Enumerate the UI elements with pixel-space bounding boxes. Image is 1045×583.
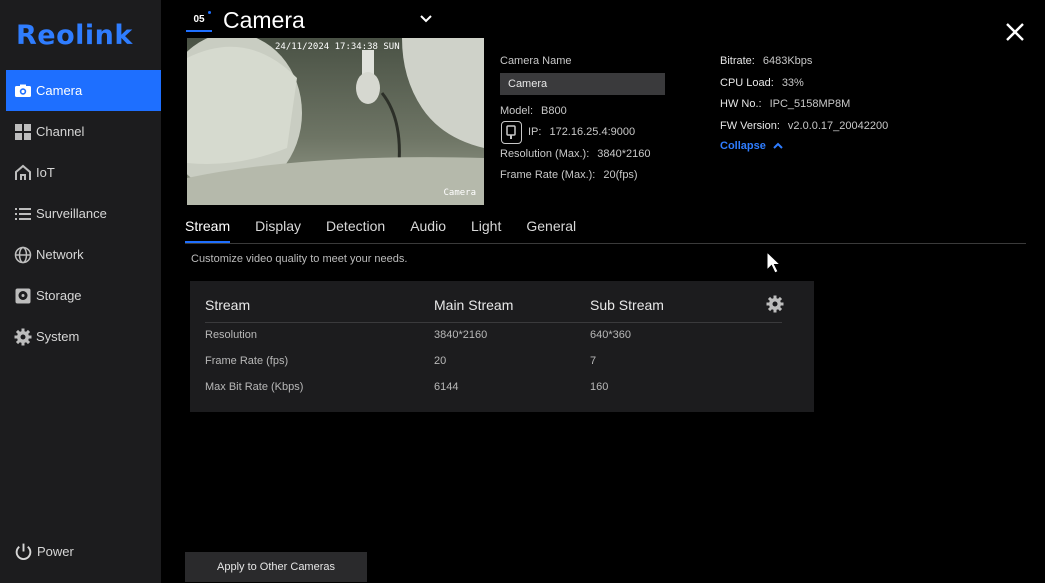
camera-icon (14, 82, 32, 100)
collapse-label: Collapse (720, 140, 766, 152)
sidebar-item-label: Network (36, 247, 84, 262)
table-cell-sub[interactable]: 7 (590, 355, 596, 367)
table-row-label: Resolution (205, 329, 257, 341)
list-icon (14, 205, 32, 223)
settings-tabs: Stream Display Detection Audio Light Gen… (185, 218, 601, 244)
sidebar-item-iot[interactable]: IoT (6, 152, 161, 193)
table-row-label: Max Bit Rate (Kbps) (205, 381, 304, 393)
table-header-main-stream: Main Stream (434, 297, 514, 313)
channel-status-dot (208, 11, 211, 14)
tab-audio[interactable]: Audio (410, 218, 446, 244)
preview-osd-name: Camera (443, 188, 476, 198)
table-cell-main[interactable]: 3840*2160 (434, 329, 487, 341)
power-icon (15, 543, 32, 560)
camera-preview[interactable]: 24/11/2024 17:34:38 SUN Camera (187, 38, 484, 205)
brand-logo: Reolink (16, 20, 133, 51)
sidebar-item-surveillance[interactable]: Surveillance (6, 193, 161, 234)
chevron-up-icon (773, 142, 783, 149)
ip-label: IP: (528, 126, 542, 138)
table-header-sub-stream: Sub Stream (590, 297, 664, 313)
sidebar-item-label: Channel (36, 124, 85, 139)
sidebar: Reolink Camera Channel IoT Surveillance (0, 0, 161, 583)
power-button[interactable]: Power (14, 542, 74, 561)
home-icon (14, 164, 32, 182)
sidebar-item-label: Storage (36, 288, 82, 303)
model-row: Model: B800 (500, 105, 567, 117)
hw-row: HW No.: IPC_5158MP8M (720, 98, 850, 110)
ip-row: IP: 172.16.25.4:9000 (528, 126, 635, 138)
table-cell-main[interactable]: 20 (434, 355, 446, 367)
framerate-row: Frame Rate (Max.): 20(fps) (500, 169, 638, 181)
ip-value: 172.16.25.4:9000 (549, 126, 636, 138)
model-label: Model: (500, 105, 534, 117)
grid-icon (14, 123, 32, 141)
sidebar-item-channel[interactable]: Channel (6, 111, 161, 152)
sidebar-item-label: IoT (36, 165, 55, 180)
sidebar-nav: Camera Channel IoT Surveillance Network (6, 70, 161, 357)
bitrate-label: Bitrate: (720, 55, 755, 67)
bitrate-value: 6483Kbps (762, 55, 813, 67)
cpu-value: 33% (781, 77, 804, 89)
sidebar-item-camera[interactable]: Camera (6, 70, 161, 111)
collapse-button[interactable]: Collapse (720, 140, 784, 152)
sidebar-item-label: Camera (36, 83, 83, 98)
resolution-value: 3840*2160 (597, 148, 651, 160)
tab-detection[interactable]: Detection (326, 218, 385, 244)
network-port-icon (501, 121, 522, 144)
fw-label: FW Version: (720, 120, 780, 132)
hw-value: IPC_5158MP8M (769, 98, 851, 110)
preview-image (187, 38, 484, 205)
sidebar-item-network[interactable]: Network (6, 234, 161, 275)
resolution-label: Resolution (Max.): (500, 148, 590, 160)
camera-name-label: Camera Name (500, 55, 572, 67)
globe-icon (14, 246, 32, 264)
table-row-label: Frame Rate (fps) (205, 355, 289, 367)
cpu-row: CPU Load: 33% (720, 77, 804, 89)
storage-icon (14, 287, 32, 305)
tab-light[interactable]: Light (471, 218, 501, 244)
close-icon (1006, 23, 1024, 41)
apply-to-other-cameras-button[interactable]: Apply to Other Cameras (185, 552, 367, 582)
table-cell-main[interactable]: 6144 (434, 381, 458, 393)
tab-display[interactable]: Display (255, 218, 301, 244)
sidebar-item-label: System (36, 329, 80, 344)
stream-settings-button[interactable] (766, 295, 784, 313)
gear-icon (766, 295, 784, 313)
sidebar-item-storage[interactable]: Storage (6, 275, 161, 316)
mouse-cursor-icon (766, 251, 782, 274)
sidebar-item-system[interactable]: System (6, 316, 161, 357)
table-cell-sub[interactable]: 160 (590, 381, 608, 393)
framerate-value: 20(fps) (603, 169, 638, 181)
tab-divider (185, 243, 1026, 244)
tab-stream[interactable]: Stream (185, 218, 231, 244)
bitrate-row: Bitrate: 6483Kbps (720, 55, 812, 67)
camera-name-input[interactable] (500, 73, 665, 95)
tab-general[interactable]: General (526, 218, 576, 244)
table-header-divider (205, 322, 782, 323)
sidebar-item-label: Surveillance (36, 206, 107, 221)
close-button[interactable] (1005, 22, 1025, 42)
framerate-label: Frame Rate (Max.): (500, 169, 596, 181)
fw-value: v2.0.0.17_20042200 (787, 120, 889, 132)
preview-timestamp: 24/11/2024 17:34:38 SUN (275, 42, 400, 52)
table-header-stream: Stream (205, 297, 251, 313)
cpu-label: CPU Load: (720, 77, 774, 89)
page-title[interactable]: Camera (223, 7, 305, 34)
tab-description: Customize video quality to meet your nee… (191, 253, 408, 265)
resolution-row: Resolution (Max.): 3840*2160 (500, 148, 651, 160)
table-cell-sub[interactable]: 640*360 (590, 329, 631, 341)
hw-label: HW No.: (720, 98, 762, 110)
gear-icon (14, 328, 32, 346)
fw-row: FW Version: v2.0.0.17_20042200 (720, 120, 888, 132)
power-label: Power (37, 544, 74, 559)
model-value: B800 (541, 105, 567, 117)
camera-dropdown[interactable] (418, 11, 434, 27)
chevron-down-icon (420, 15, 432, 23)
